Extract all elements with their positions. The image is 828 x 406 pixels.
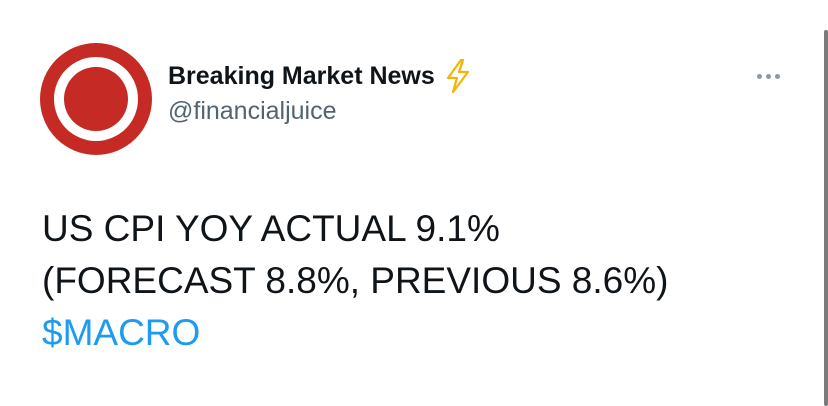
tweet-line-1: US CPI YOY ACTUAL 9.1% bbox=[42, 208, 500, 249]
cashtag-link[interactable]: $MACRO bbox=[42, 307, 802, 359]
user-handle[interactable]: @financialjuice bbox=[168, 97, 471, 126]
display-name-row: Breaking Market News bbox=[168, 58, 471, 94]
tweet-card: Breaking Market News @financialjuice US … bbox=[0, 0, 828, 406]
display-name[interactable]: Breaking Market News bbox=[168, 62, 435, 91]
tweet-text: US CPI YOY ACTUAL 9.1% (FORECAST 8.8%, P… bbox=[42, 203, 802, 359]
more-dot bbox=[765, 73, 771, 79]
avatar[interactable] bbox=[40, 43, 152, 155]
user-info: Breaking Market News @financialjuice bbox=[168, 58, 471, 126]
avatar-core bbox=[64, 67, 128, 131]
lightning-bolt-icon bbox=[445, 58, 471, 94]
tweet-line-2: (FORECAST 8.8%, PREVIOUS 8.6%) bbox=[42, 260, 669, 301]
more-options-icon[interactable] bbox=[748, 58, 788, 94]
scrollbar[interactable] bbox=[824, 30, 828, 406]
more-dot bbox=[756, 73, 762, 79]
more-dot bbox=[774, 73, 780, 79]
